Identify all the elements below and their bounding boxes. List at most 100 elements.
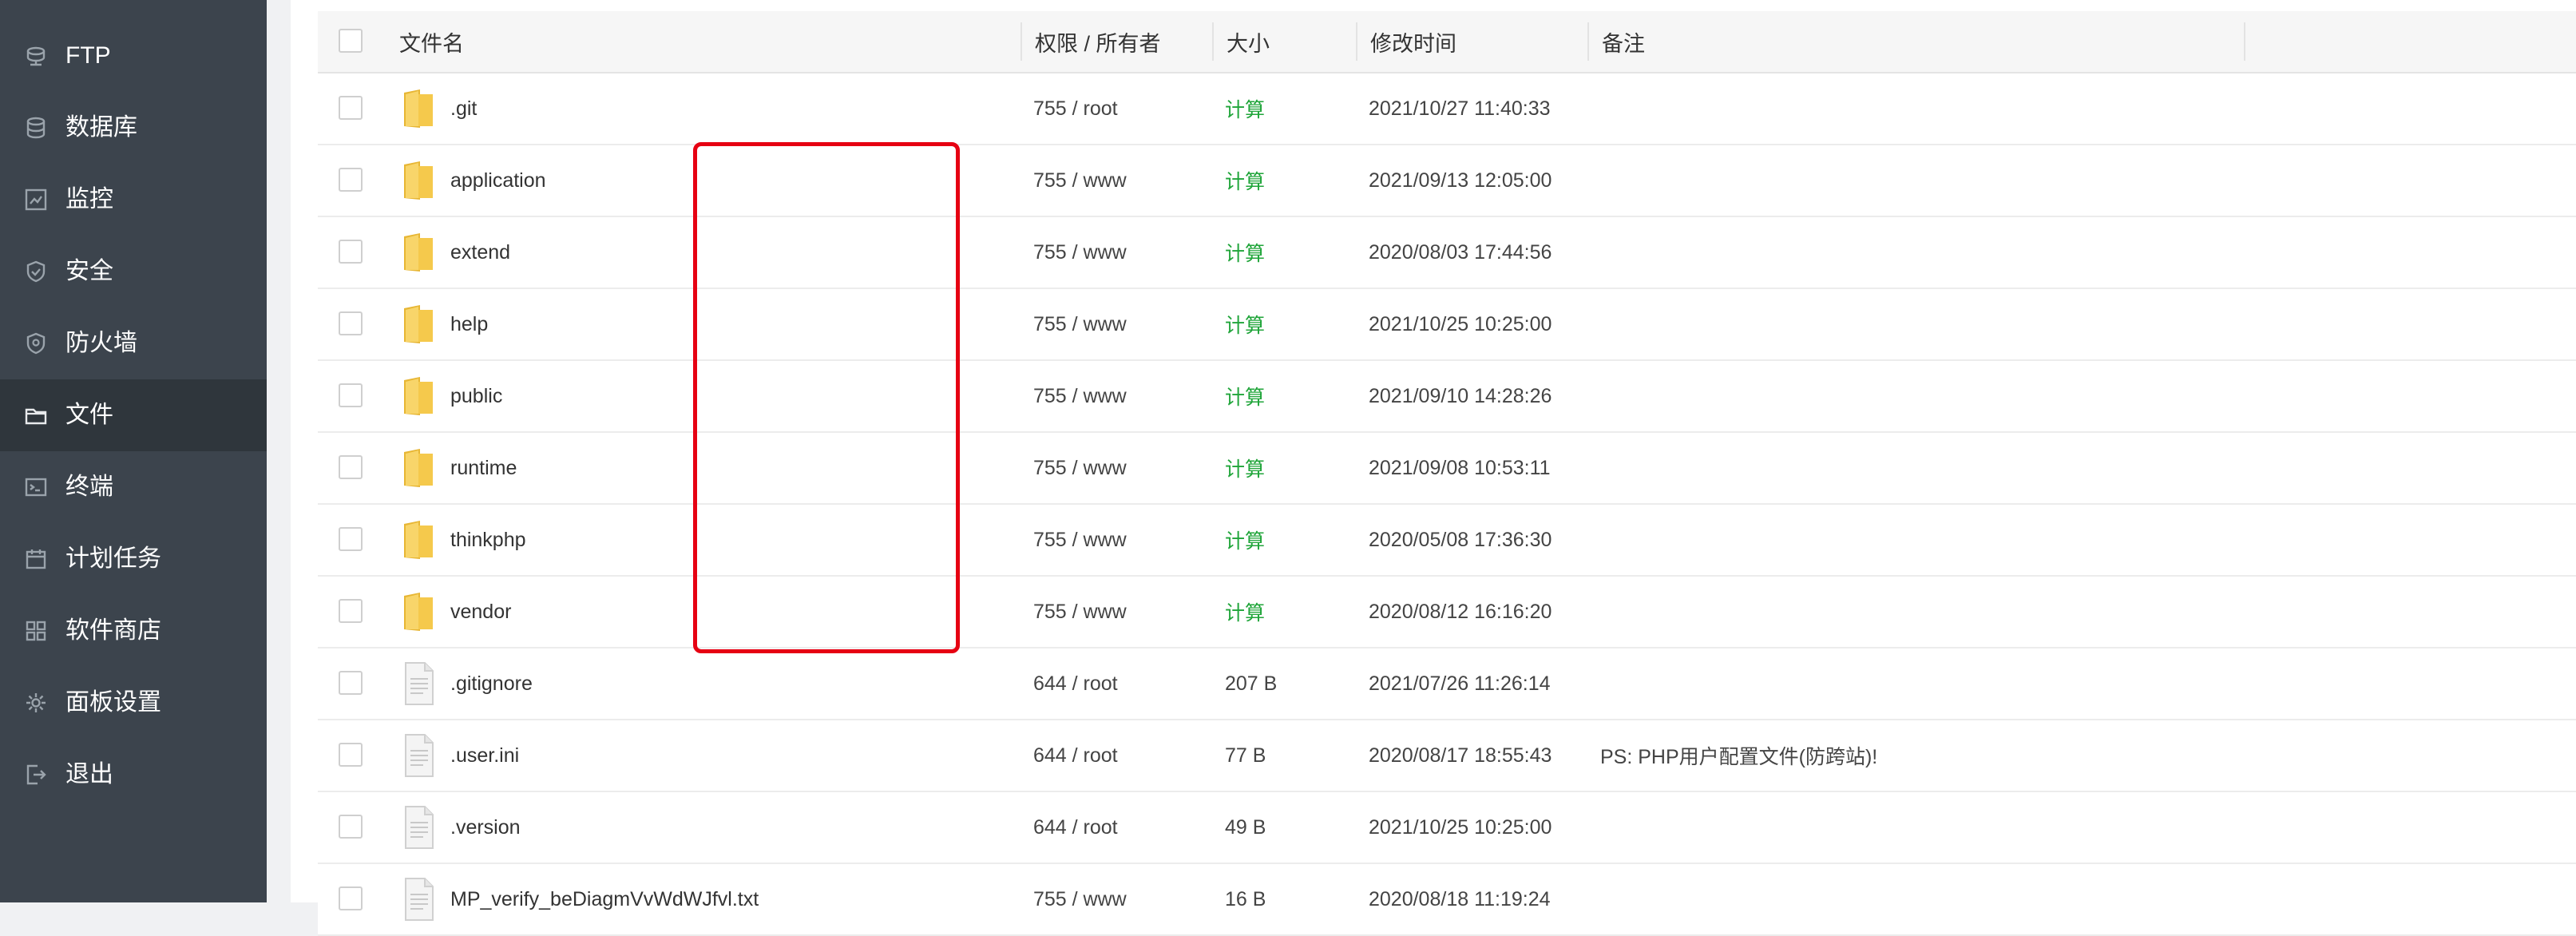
table-row[interactable]: vendor 755 / www 计算 2020/08/12 16:16:20 — [318, 577, 2576, 648]
column-divider — [1212, 22, 1214, 61]
row-checkbox[interactable] — [339, 886, 363, 910]
column-divider — [1356, 22, 1357, 61]
column-header-name[interactable]: 文件名 — [399, 11, 464, 72]
file-name[interactable]: .git — [450, 73, 477, 144]
sidebar-item-database[interactable]: 数据库 — [0, 92, 267, 164]
sidebar-item-monitor[interactable]: 监控 — [0, 164, 267, 236]
file-permission[interactable]: 755 / root — [1033, 73, 1118, 144]
file-name[interactable]: vendor — [450, 577, 511, 647]
file-mtime: 2020/08/03 17:44:56 — [1369, 240, 1552, 264]
row-checkbox[interactable] — [339, 455, 363, 479]
file-permission[interactable]: 755 / www — [1033, 577, 1127, 647]
sidebar-item-terminal[interactable]: 终端 — [0, 451, 267, 523]
sidebar-item-label: 文件 — [65, 402, 113, 428]
file-permission[interactable]: 644 / root — [1033, 720, 1118, 791]
main-content: 文件名 权限 / 所有者 大小 修改时间 备注 .git 755 / root 计算… — [267, 0, 2576, 936]
column-divider — [2244, 22, 2245, 61]
row-checkbox[interactable] — [339, 743, 363, 767]
row-checkbox[interactable] — [339, 240, 363, 264]
row-checkbox[interactable] — [339, 383, 363, 407]
table-row[interactable]: .user.ini 644 / root 77 B 2020/08/17 18:55:… — [318, 720, 2576, 792]
table-row[interactable]: help 755 / www 计算 2021/10/25 10:25:00 — [318, 289, 2576, 361]
file-mtime: 2021/09/13 12:05:00 — [1369, 169, 1552, 192]
file-name[interactable]: runtime — [450, 433, 517, 503]
shield-icon — [22, 258, 50, 285]
file-permission[interactable]: 755 / www — [1033, 505, 1127, 575]
table-header: 文件名 权限 / 所有者 大小 修改时间 备注 — [318, 11, 2576, 73]
file-permission[interactable]: 755 / www — [1033, 289, 1127, 359]
sidebar-item-ftp[interactable]: FTP — [0, 20, 267, 92]
file-name[interactable]: MP_verify_beDiagmVvWdWJfvl.txt — [450, 864, 759, 934]
gear-icon — [22, 689, 50, 716]
row-checkbox[interactable] — [339, 671, 363, 695]
file-permission[interactable]: 644 / root — [1033, 792, 1118, 863]
file-size: 16 B — [1225, 887, 1266, 910]
sidebar-item-settings[interactable]: 面板设置 — [0, 667, 267, 739]
file-permission[interactable]: 755 / www — [1033, 864, 1127, 934]
table-row[interactable]: .gitignore 644 / root 207 B 2021/07/26 11:2… — [318, 648, 2576, 720]
folder-icon — [401, 589, 438, 634]
select-all-checkbox[interactable] — [339, 29, 363, 53]
file-remark[interactable]: PS: PHP用户配置文件(防跨站)! — [1600, 720, 1877, 791]
folder-icon — [401, 302, 438, 347]
table-row[interactable]: .git 755 / root 计算 2021/10/27 11:40:33 — [318, 73, 2576, 145]
file-name[interactable]: application — [450, 145, 546, 216]
file-permission[interactable]: 755 / www — [1033, 361, 1127, 431]
sidebar-item-security[interactable]: 安全 — [0, 236, 267, 307]
row-checkbox[interactable] — [339, 815, 363, 839]
file-permission[interactable]: 755 / www — [1033, 433, 1127, 503]
row-checkbox[interactable] — [339, 96, 363, 120]
sidebar-item-label: 退出 — [65, 761, 113, 787]
file-size: 77 B — [1225, 744, 1266, 767]
table-row[interactable]: thinkphp 755 / www 计算 2020/05/08 17:36:30 — [318, 505, 2576, 577]
table-row[interactable]: MP_verify_beDiagmVvWdWJfvl.txt 755 / www 1… — [318, 864, 2576, 936]
file-name[interactable]: extend — [450, 217, 510, 288]
file-name[interactable]: thinkphp — [450, 505, 526, 575]
calculate-size-link[interactable]: 计算 — [1225, 361, 1265, 431]
file-permission[interactable]: 755 / www — [1033, 217, 1127, 288]
monitor-icon — [22, 186, 50, 213]
file-icon — [401, 733, 438, 778]
calculate-size-link[interactable]: 计算 — [1225, 577, 1265, 647]
calculate-size-link[interactable]: 计算 — [1225, 145, 1265, 216]
file-permission[interactable]: 644 / root — [1033, 648, 1118, 719]
sidebar-item-cron[interactable]: 计划任务 — [0, 523, 267, 595]
file-permission[interactable]: 755 / www — [1033, 145, 1127, 216]
sidebar: FTP 数据库 监控 安全 防火墙 文件 终端 计划任务 软件商店 面板设置 退… — [0, 0, 267, 902]
row-checkbox[interactable] — [339, 527, 363, 551]
table-row[interactable]: extend 755 / www 计算 2020/08/03 17:44:56 — [318, 217, 2576, 289]
table-row[interactable]: application 755 / www 计算 2021/09/13 12:05:0… — [318, 145, 2576, 217]
calculate-size-link[interactable]: 计算 — [1225, 73, 1265, 144]
column-header-size[interactable]: 大小 — [1227, 11, 1270, 72]
column-header-permission[interactable]: 权限 / 所有者 — [1035, 11, 1161, 72]
file-name[interactable]: help — [450, 289, 488, 359]
row-checkbox[interactable] — [339, 311, 363, 335]
file-name[interactable]: public — [450, 361, 502, 431]
file-mtime: 2021/10/27 11:40:33 — [1369, 97, 1551, 120]
file-name[interactable]: .gitignore — [450, 648, 533, 719]
sidebar-item-logout[interactable]: 退出 — [0, 739, 267, 811]
table-row[interactable]: .version 644 / root 49 B 2021/10/25 10:25:0… — [318, 792, 2576, 864]
file-mtime: 2020/08/12 16:16:20 — [1369, 600, 1552, 623]
folder-icon — [401, 230, 438, 275]
file-icon — [401, 805, 438, 850]
sidebar-item-label: 计划任务 — [65, 545, 161, 572]
table-row[interactable]: public 755 / www 计算 2021/09/10 14:28:26 — [318, 361, 2576, 433]
sidebar-item-label: 数据库 — [65, 114, 137, 141]
firewall-icon — [22, 330, 50, 357]
sidebar-item-store[interactable]: 软件商店 — [0, 595, 267, 667]
sidebar-item-firewall[interactable]: 防火墙 — [0, 307, 267, 379]
file-name[interactable]: .version — [450, 792, 521, 863]
calculate-size-link[interactable]: 计算 — [1225, 217, 1265, 288]
column-header-mtime[interactable]: 修改时间 — [1370, 11, 1456, 72]
file-name[interactable]: .user.ini — [450, 720, 519, 791]
row-checkbox[interactable] — [339, 599, 363, 623]
row-checkbox[interactable] — [339, 168, 363, 192]
table-row[interactable]: runtime 755 / www 计算 2021/09/08 10:53:11 — [318, 433, 2576, 505]
calculate-size-link[interactable]: 计算 — [1225, 289, 1265, 359]
sidebar-item-files[interactable]: 文件 — [0, 379, 267, 451]
file-icon — [401, 877, 438, 922]
calculate-size-link[interactable]: 计算 — [1225, 505, 1265, 575]
file-mtime: 2021/07/26 11:26:14 — [1369, 672, 1551, 695]
calculate-size-link[interactable]: 计算 — [1225, 433, 1265, 503]
